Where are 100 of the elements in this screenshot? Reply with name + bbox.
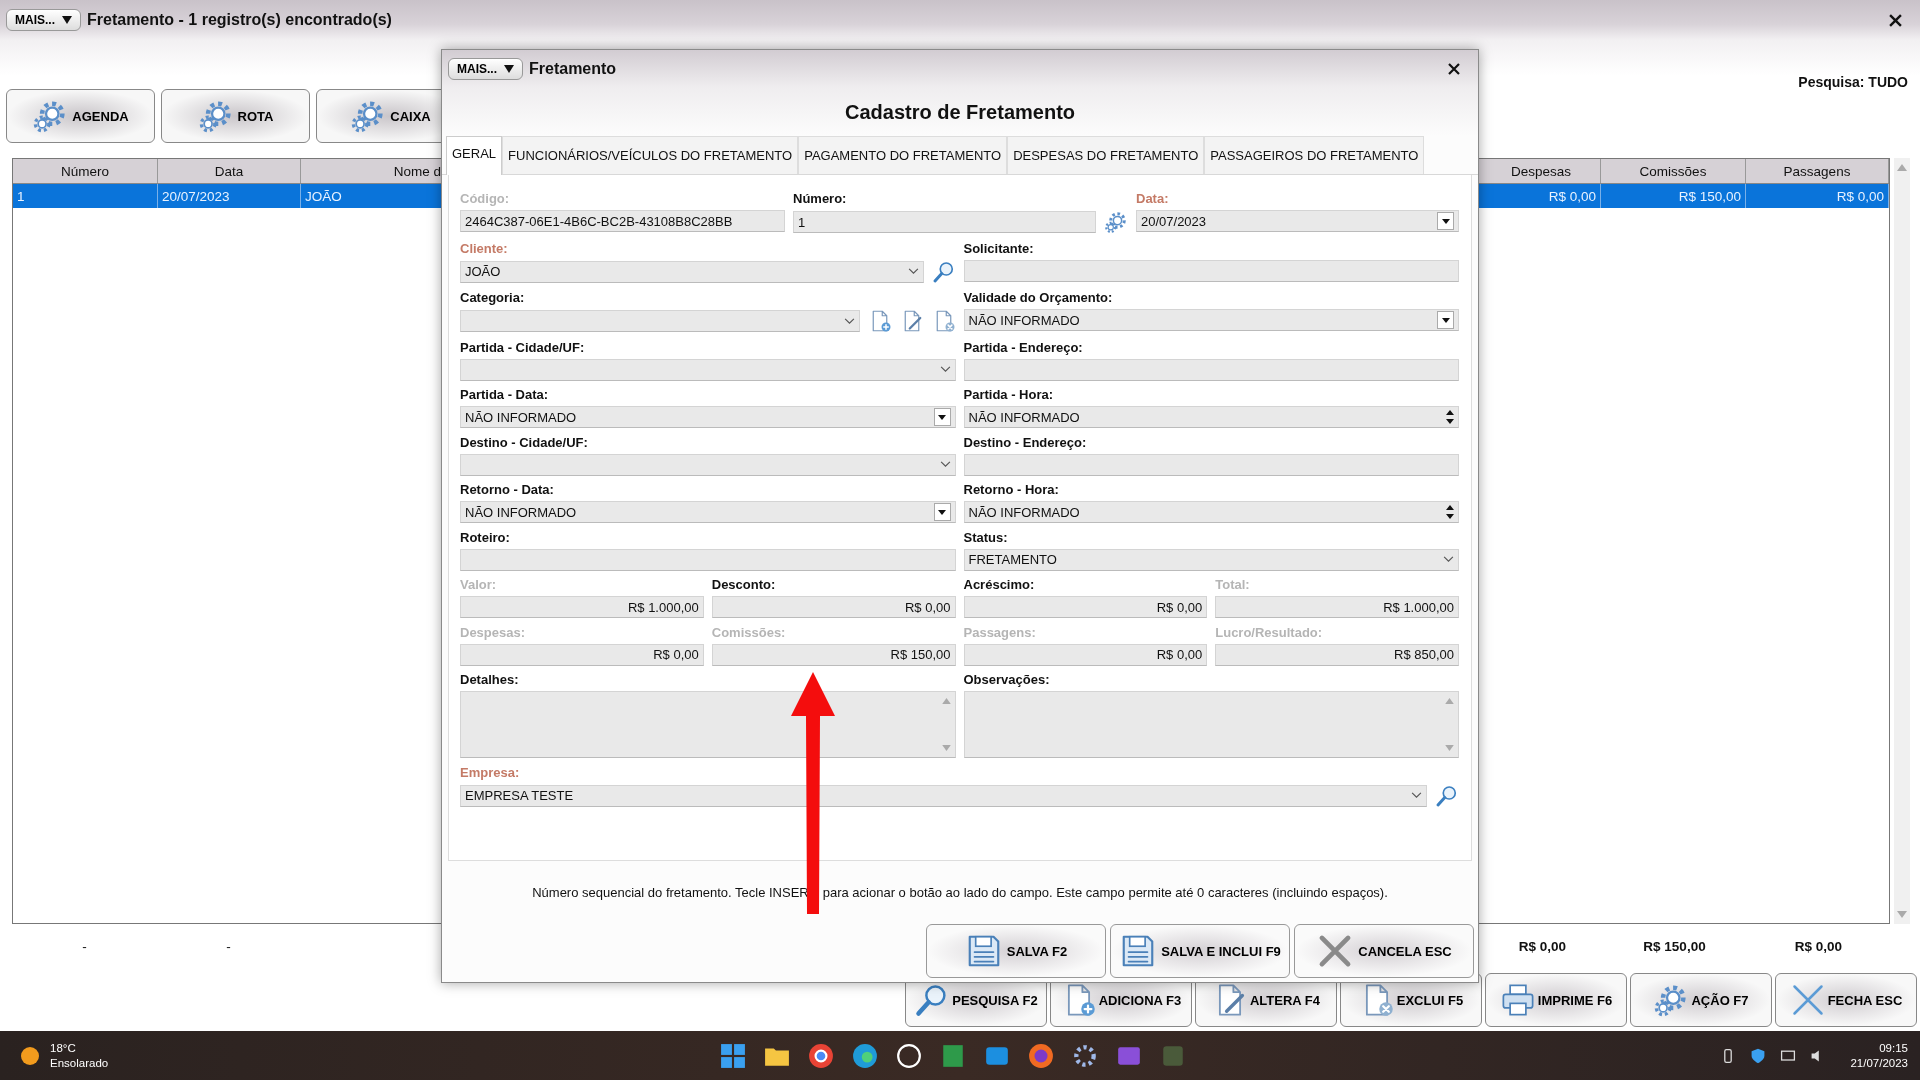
chevron-down-icon [1411, 792, 1422, 799]
field-label: Solicitante: [963, 240, 1035, 257]
dropdown-button[interactable] [933, 408, 951, 426]
search-icon [931, 259, 956, 284]
column-header[interactable]: Despesas [1482, 159, 1601, 183]
action-button[interactable]: FECHA ESC [1775, 973, 1917, 1027]
close-icon[interactable] [1448, 62, 1460, 75]
close-icon[interactable] [1889, 13, 1902, 27]
gear-icon[interactable] [1072, 1042, 1098, 1069]
spinner-icon[interactable] [1446, 505, 1454, 519]
field-label: Observações: [963, 672, 1051, 688]
clock-time: 09:15 [1879, 1040, 1908, 1056]
caret-icon [1441, 218, 1450, 224]
shield-icon[interactable] [1750, 1047, 1767, 1064]
input-field[interactable]: R$ 0,00 [963, 596, 1208, 618]
column-header[interactable]: Data [158, 159, 301, 183]
spinner-icon[interactable] [1446, 410, 1454, 424]
input-field[interactable] [963, 453, 1459, 476]
caret-icon [62, 16, 72, 24]
input-field[interactable]: NÃO INFORMADO [963, 501, 1459, 523]
action-button[interactable]: AÇÃO F7 [1630, 973, 1772, 1027]
tab[interactable]: PASSAGEIROS DO FRETAMENTO [1204, 136, 1425, 174]
more-menu-button[interactable]: MAIS... [448, 57, 523, 80]
field-label: Destino - Endereço: [963, 434, 1088, 451]
input-field[interactable]: R$ 0,00 [711, 596, 956, 618]
input-field[interactable]: NÃO INFORMADO [460, 406, 956, 428]
dropdown-button[interactable] [933, 503, 951, 521]
total-value: R$ 0,00 [1793, 939, 1844, 954]
column-header[interactable]: Passagens [1746, 159, 1889, 183]
start-icon[interactable] [720, 1042, 746, 1069]
field-label: Cliente: [460, 240, 509, 257]
field-label: Categoria: [460, 290, 526, 306]
tab[interactable]: PAGAMENTO DO FRETAMENTO [798, 136, 1008, 174]
input-field[interactable]: EMPRESA TESTE [460, 784, 1427, 807]
dialog-title: Fretamento [529, 59, 617, 78]
field-label: Comissões: [711, 624, 787, 641]
app-icon[interactable] [852, 1042, 878, 1069]
gear-icon [1104, 210, 1128, 234]
field-label: Status: [963, 529, 1009, 546]
chevron-down-icon [1443, 556, 1454, 563]
total-value: R$ 150,00 [1642, 939, 1707, 954]
caret-icon [1441, 317, 1450, 323]
dropdown-button[interactable] [1437, 212, 1454, 230]
clock-date: 21/07/2023 [1850, 1055, 1908, 1071]
input-field[interactable]: NÃO INFORMADO [963, 309, 1459, 331]
input-field[interactable]: 1 [793, 211, 1096, 233]
temperature: 18°C [50, 1040, 77, 1056]
dialog-button[interactable]: CANCELA ESC [1294, 924, 1474, 978]
input-field[interactable] [460, 548, 956, 571]
total-value: - [225, 939, 232, 954]
field-label: Desconto: [711, 577, 777, 593]
gear-icon [197, 98, 234, 134]
column-header[interactable]: Número [13, 159, 158, 183]
tab[interactable]: DESPESAS DO FRETAMENTO [1007, 136, 1205, 174]
hint-text: Número sequencial do fretamento. Tecle INSER [532, 885, 809, 900]
input-field[interactable] [460, 310, 860, 332]
column-header[interactable]: Comissões [1601, 159, 1746, 183]
table-cell: R$ 0,00 [1746, 184, 1889, 208]
tab[interactable]: FUNCIONÁRIOS/VEÍCULOS DO FRETAMENTO [502, 136, 799, 174]
caret-icon [938, 509, 946, 515]
weather-text: Ensolarado [50, 1055, 109, 1071]
window-title: Fretamento - 1 registro(s) encontrado(s) [87, 11, 392, 29]
app-icon[interactable] [808, 1042, 834, 1069]
field-label: Acréscimo: [963, 577, 1036, 593]
toolbar-button[interactable]: AGENDA [6, 89, 155, 143]
input-field[interactable] [460, 358, 956, 381]
field-label: Valor: [460, 577, 498, 593]
field-label: Código: [460, 191, 511, 207]
more-menu-button[interactable]: MAIS... [6, 9, 81, 31]
field-label: Número: [793, 191, 848, 207]
field-label: Validade do Orçamento: [963, 290, 1114, 306]
input-field[interactable] [460, 453, 956, 476]
dialog-button[interactable]: SALVA E INCLUI F9 [1110, 924, 1290, 978]
caret-icon [504, 64, 514, 73]
tab[interactable]: GERAL [446, 136, 503, 175]
total-value: - [81, 939, 88, 954]
field-label: Passagens: [963, 624, 1037, 641]
input-field[interactable]: NÃO INFORMADO [963, 406, 1459, 428]
field-label: Empresa: [460, 764, 521, 781]
input-field[interactable]: JOÃO [460, 260, 924, 283]
chevron-down-icon [907, 268, 919, 275]
input-field[interactable]: FRETAMENTO [963, 548, 1459, 571]
table-cell: R$ 0,00 [1482, 184, 1601, 208]
field-label: Partida - Data: [460, 387, 550, 403]
action-button[interactable]: IMPRIME F6 [1485, 973, 1627, 1027]
input-field[interactable]: NÃO INFORMADO [460, 501, 956, 523]
total-value: R$ 0,00 [1517, 939, 1568, 954]
field-label: Detalhes: [460, 672, 520, 688]
chevron-down-icon [843, 317, 855, 325]
dropdown-button[interactable] [1437, 311, 1454, 329]
search-scope: Pesquisa: TUDO [1798, 73, 1909, 90]
input-field[interactable] [963, 358, 1459, 381]
hint-text: para acionar o botão ao lado do campo. Este campo permite até 0 caracteres (incluindo espaços). [822, 885, 1388, 900]
search-icon [1435, 783, 1459, 808]
table-cell: R$ 150,00 [1601, 184, 1746, 208]
field-label: Roteiro: [460, 529, 511, 546]
input-field[interactable]: 20/07/2023 [1136, 210, 1459, 232]
dialog-button[interactable]: SALVA F2 [926, 924, 1106, 978]
input-field[interactable] [963, 259, 1459, 282]
toolbar-button[interactable]: ROTA [161, 89, 310, 143]
